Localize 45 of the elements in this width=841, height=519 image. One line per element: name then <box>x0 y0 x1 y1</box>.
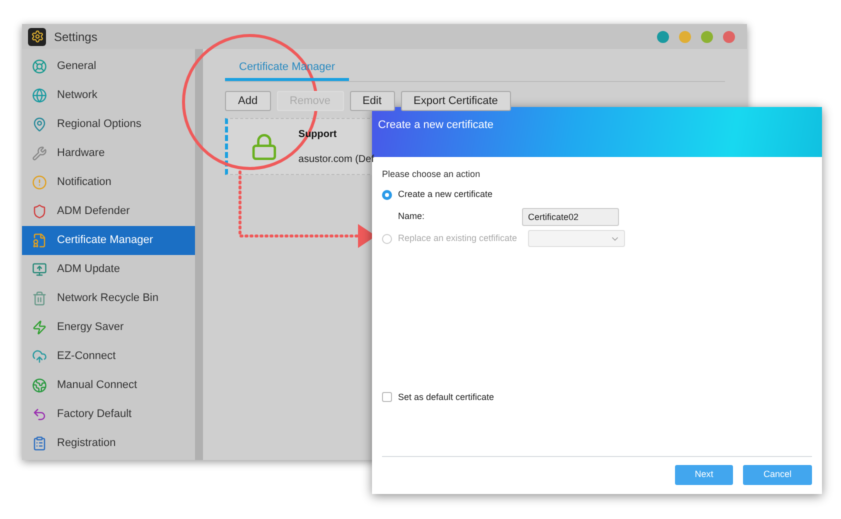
toolbar-button[interactable]: Export Certificate <box>400 91 511 111</box>
sidebar-item[interactable]: Notification <box>22 168 195 197</box>
sidebar-item[interactable]: ADM Defender <box>22 197 195 226</box>
sidebar-item[interactable]: Certificate Manager <box>22 226 195 255</box>
radio-label: Replace an existing cetfificate <box>398 232 518 245</box>
sidebar-item[interactable]: Energy Saver <box>22 313 195 342</box>
sidebar-item[interactable]: EZ-Connect <box>22 342 195 371</box>
sidebar-item[interactable]: Network <box>22 81 195 110</box>
settings-app-icon <box>28 28 46 46</box>
lifebuoy-icon <box>32 59 47 74</box>
sidebar-item[interactable]: Factory Default <box>22 400 195 429</box>
name-input[interactable]: Certificate02 <box>522 208 619 226</box>
shield-icon <box>32 204 47 219</box>
checkbox[interactable] <box>382 392 392 402</box>
sidebar-item[interactable]: Regional Options <box>22 110 195 139</box>
lock-icon <box>250 132 278 162</box>
sidebar-item[interactable]: Manual Connect <box>22 371 195 400</box>
sidebar-item[interactable]: General <box>22 52 195 81</box>
name-label: Name: <box>398 210 426 223</box>
clipboard-icon <box>32 436 47 451</box>
sidebar-item[interactable]: Network Recycle Bin <box>22 284 195 313</box>
dialog-title: Create a new certificate <box>378 119 494 131</box>
lightning-icon <box>32 320 47 335</box>
toolbar-button[interactable]: Add <box>225 91 271 111</box>
checkbox-label: Set as default certificate <box>398 390 494 404</box>
wrench-icon <box>32 146 47 161</box>
radio-button[interactable] <box>382 190 392 200</box>
window-title: Settings <box>54 28 98 46</box>
certificate-domain: asustor.com (Def <box>298 152 374 166</box>
radio-label: Create a new certificate <box>398 188 494 201</box>
globe-icon <box>32 88 47 103</box>
sidebar-item[interactable]: ADM Update <box>22 255 195 284</box>
monitor-upload-icon <box>32 262 47 277</box>
globe-icon <box>32 378 47 393</box>
trash-icon <box>32 291 47 306</box>
sidebar-item[interactable]: Registration <box>22 429 195 458</box>
toolbar-button[interactable]: Edit <box>350 91 395 111</box>
prompt-text: Please choose an action <box>382 168 482 181</box>
undo-icon <box>32 407 47 422</box>
map-pin-icon <box>32 117 47 132</box>
certificate-dropdown[interactable] <box>528 230 625 247</box>
sidebar-item[interactable]: Hardware <box>22 139 195 168</box>
cloud-upload-icon <box>32 349 47 364</box>
certificate-icon <box>32 233 47 248</box>
alert-icon <box>32 175 47 190</box>
